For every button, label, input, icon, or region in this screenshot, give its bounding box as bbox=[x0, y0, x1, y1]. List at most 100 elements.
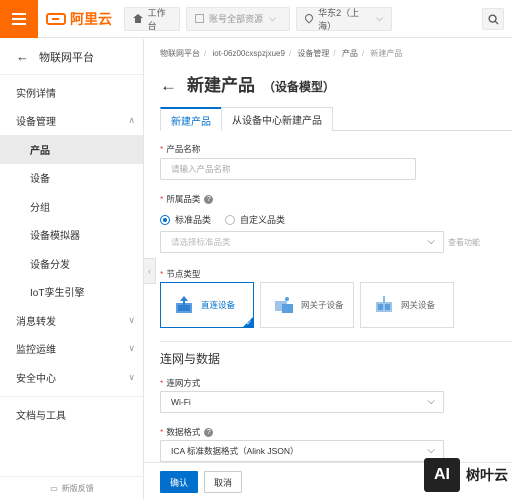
feedback-label: 新版反馈 bbox=[61, 484, 94, 493]
sidebar-item-label: 设备管理 bbox=[16, 117, 56, 129]
sidebar-item-label: 实例详情 bbox=[16, 88, 56, 100]
network-method-label: * 连网方式 bbox=[160, 378, 201, 388]
tab-new-product[interactable]: 新建产品 bbox=[160, 107, 222, 131]
collapse-sidebar-handle[interactable]: ‹ bbox=[144, 258, 156, 284]
sidebar-item-monitoring[interactable]: 监控运维 ∨ bbox=[0, 335, 143, 364]
category-label: * 所属品类? bbox=[160, 193, 214, 205]
sidebar-item-label: IoT孪生引擎 bbox=[30, 288, 85, 300]
sidebar-item-product[interactable]: 产品 bbox=[0, 135, 143, 164]
workbench-button[interactable]: 工作台 bbox=[124, 6, 180, 31]
main-content: 物联网平台 / iot-06z00cxspzjxue9/ 设备管理 / 产品 / 新建… bbox=[160, 39, 512, 500]
page-subtitle: （设备模型） bbox=[263, 80, 336, 94]
standard-category-select[interactable]: 请选择标准品类 ⌵ bbox=[160, 231, 444, 253]
sidebar-item-label: 分组 bbox=[30, 202, 50, 214]
tab-from-device-center[interactable]: 从设备中心新建产品 bbox=[221, 107, 333, 131]
network-section-title: 连网与数据 bbox=[160, 352, 221, 366]
node-type-gateway-subdevice[interactable]: 网关子设备 bbox=[260, 282, 354, 328]
breadcrumb: 物联网平台 / iot-06z00cxspzjxue9/ 设备管理 / 产品 / 新建… bbox=[160, 49, 403, 58]
sidebar-item-instance-details[interactable]: 实例详情 bbox=[0, 78, 143, 107]
feedback-link[interactable]: ▭ 新版反馈 bbox=[0, 476, 144, 500]
help-icon[interactable]: ? bbox=[204, 195, 214, 205]
cancel-button[interactable]: 取消 bbox=[204, 471, 242, 493]
watermark-box: AI bbox=[424, 458, 460, 492]
check-icon: ✓ bbox=[246, 320, 252, 327]
breadcrumb-item[interactable]: 物联网平台 bbox=[160, 49, 200, 58]
sidebar-item-message-forwarding[interactable]: 消息转发 ∨ bbox=[0, 306, 143, 335]
home-icon bbox=[133, 14, 143, 23]
aliyun-logo-icon bbox=[46, 12, 66, 25]
node-type-direct-device[interactable]: 直连设备 ✓ bbox=[160, 282, 254, 328]
sidebar-divider bbox=[0, 395, 143, 397]
node-type-label: 网关设备 bbox=[401, 300, 436, 310]
direct-device-icon bbox=[173, 295, 195, 315]
sidebar-item-docs-tools[interactable]: 文档与工具 bbox=[0, 401, 143, 430]
gateway-subdevice-icon bbox=[273, 295, 295, 315]
section-divider bbox=[160, 341, 512, 342]
sidebar-item-security-center[interactable]: 安全中心 ∨ bbox=[0, 363, 143, 392]
chevron-down-icon: ⌵ bbox=[427, 396, 435, 407]
sidebar-item-label: 设备模拟器 bbox=[30, 231, 80, 243]
breadcrumb-item[interactable]: 产品 bbox=[342, 49, 358, 58]
sidebar-item-group[interactable]: 分组 bbox=[0, 192, 143, 221]
watermark-text: 树叶云 bbox=[466, 467, 508, 483]
radio-standard-category[interactable] bbox=[160, 214, 170, 225]
sidebar-item-label: 设备 bbox=[30, 174, 50, 186]
chevron-down-icon: ⌵ bbox=[269, 13, 276, 23]
network-method-value: Wi-Fi bbox=[171, 397, 191, 407]
node-type-gateway-device[interactable]: 网关设备 bbox=[360, 282, 454, 328]
sidebar-item-device-simulator[interactable]: 设备模拟器 bbox=[0, 221, 143, 250]
breadcrumb-item[interactable]: iot-06z00cxspzjxue9 bbox=[212, 49, 284, 58]
chevron-down-icon: ⌵ bbox=[427, 445, 435, 456]
product-name-label: * 产品名称 bbox=[160, 144, 201, 154]
data-format-select[interactable]: ICA 标准数据格式（Alink JSON） ⌵ bbox=[160, 440, 444, 462]
back-arrow-icon: ← bbox=[16, 49, 29, 64]
logo-text: 阿里云 bbox=[70, 10, 112, 27]
chevron-up-icon: ∧ bbox=[128, 115, 135, 126]
back-arrow-icon[interactable]: ← bbox=[160, 76, 177, 96]
chevron-down-icon: ∨ bbox=[128, 343, 135, 354]
menu-icon[interactable] bbox=[0, 0, 38, 38]
node-type-label: 直连设备 bbox=[201, 300, 236, 310]
aliyun-logo[interactable]: 阿里云 bbox=[46, 9, 118, 29]
radio-label: 自定义品类 bbox=[240, 215, 286, 225]
data-format-value: ICA 标准数据格式（Alink JSON） bbox=[171, 446, 299, 456]
chevron-down-icon: ∨ bbox=[128, 314, 135, 325]
sidebar-item-device-management[interactable]: 设备管理 ∧ bbox=[0, 107, 143, 136]
sidebar-item-label: 设备分发 bbox=[30, 259, 70, 271]
gateway-device-icon bbox=[373, 295, 395, 315]
node-type-label: * 节点类型 bbox=[160, 269, 201, 279]
resource-icon bbox=[195, 14, 204, 23]
account-resources-label: 账号全部资源 bbox=[209, 14, 264, 24]
confirm-button[interactable]: 确认 bbox=[160, 471, 198, 493]
region-select[interactable]: 华东2（上海） ⌵ bbox=[296, 6, 392, 31]
top-bar: 阿里云 工作台 账号全部资源 ⌵ 华东2（上海） ⌵ bbox=[0, 0, 512, 38]
feedback-icon: ▭ bbox=[50, 484, 58, 493]
sidebar-item-device[interactable]: 设备 bbox=[0, 164, 143, 193]
sidebar-item-iot-twin-engine[interactable]: IoT孪生引擎 bbox=[0, 278, 143, 307]
sidebar-item-device-distribution[interactable]: 设备分发 bbox=[0, 249, 143, 278]
category-radio-group: 标准品类 自定义品类 bbox=[160, 213, 285, 226]
page-title: ← 新建产品 （设备模型） bbox=[160, 71, 335, 96]
sidebar-item-label: 消息转发 bbox=[16, 316, 56, 328]
sidebar-back-label: 物联网平台 bbox=[39, 51, 94, 64]
workbench-label: 工作台 bbox=[147, 7, 166, 31]
product-name-input[interactable]: 请输入产品名称 bbox=[160, 158, 416, 180]
sidebar-item-label: 监控运维 bbox=[16, 345, 56, 357]
radio-custom-category[interactable] bbox=[225, 214, 236, 225]
chevron-down-icon: ∨ bbox=[128, 371, 135, 382]
search-button[interactable] bbox=[482, 8, 504, 30]
sidebar-item-label: 安全中心 bbox=[16, 373, 56, 385]
sidebar-item-label: 产品 bbox=[30, 145, 50, 157]
help-icon[interactable]: ? bbox=[204, 428, 214, 438]
chevron-down-icon: ⌵ bbox=[427, 236, 435, 247]
chevron-down-icon: ⌵ bbox=[376, 13, 383, 23]
location-icon bbox=[305, 14, 312, 24]
watermark-logo: AI 树叶云 bbox=[424, 458, 508, 492]
product-name-placeholder: 请输入产品名称 bbox=[171, 164, 231, 174]
account-resources-select[interactable]: 账号全部资源 ⌵ bbox=[186, 6, 290, 31]
network-method-select[interactable]: Wi-Fi ⌵ bbox=[160, 391, 444, 413]
sidebar-back[interactable]: ← 物联网平台 bbox=[0, 39, 143, 75]
breadcrumb-item[interactable]: 设备管理 bbox=[297, 49, 329, 58]
breadcrumb-current: 新建产品 bbox=[370, 49, 403, 58]
view-functions-link[interactable]: 查看功能 bbox=[448, 237, 480, 248]
